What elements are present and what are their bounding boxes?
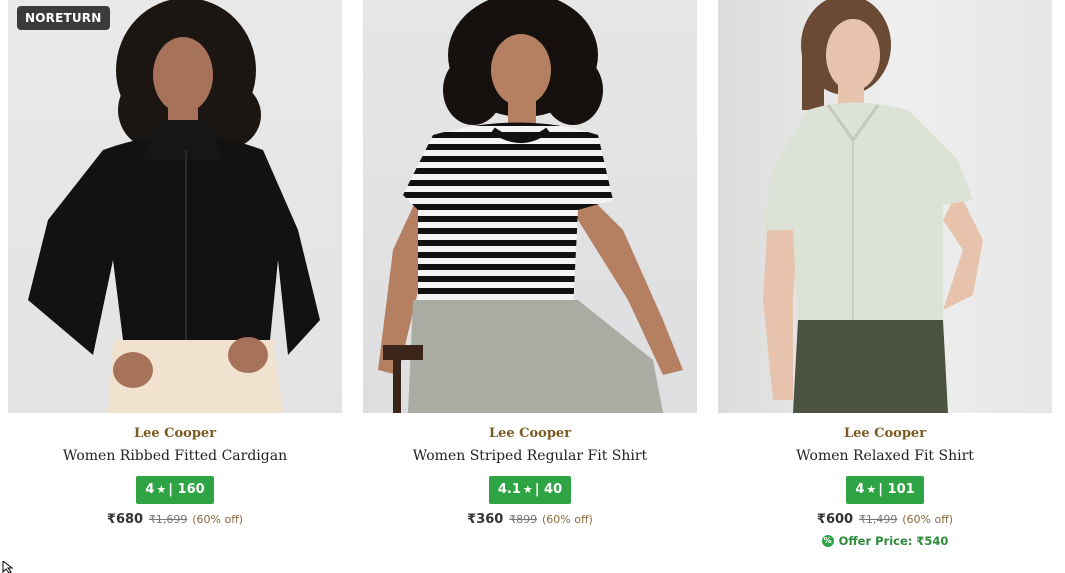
rating-badge: 4.1 ★ | 40 (488, 476, 572, 504)
rating-value: 4.1 (497, 482, 521, 497)
product-image[interactable] (718, 0, 1052, 413)
product-title[interactable]: Women Striped Regular Fit Shirt (363, 448, 697, 468)
rating-value: 4 (855, 482, 865, 497)
product-info: Lee Cooper Women Relaxed Fit Shirt 4 ★ | 1… (718, 426, 1052, 548)
rating-value: 4 (145, 482, 155, 497)
discount-text: (60% off) (192, 513, 244, 526)
review-count: 101 (887, 482, 915, 497)
rating-badge: 4 ★ | 160 (136, 476, 214, 504)
product-brand[interactable]: Lee Cooper (8, 426, 342, 444)
rating-badge: 4 ★ | 101 (846, 476, 924, 504)
model-photo (28, 0, 320, 413)
mrp-price: ₹1,499 (858, 513, 898, 526)
mrp-price: ₹899 (509, 513, 538, 526)
product-title[interactable]: Women Ribbed Fitted Cardigan (8, 448, 342, 468)
rating-separator: | (878, 482, 883, 497)
review-count: 40 (544, 482, 563, 497)
price-row: ₹600 ₹1,499 (60% off) (718, 512, 1052, 527)
selling-price: ₹680 (106, 512, 144, 527)
mrp-price: ₹1,699 (148, 513, 188, 526)
product-card[interactable]: Lee Cooper Women Relaxed Fit Shirt 4 ★ | 1… (718, 0, 1052, 548)
model-photo (378, 0, 683, 413)
product-info: Lee Cooper Women Striped Regular Fit Shi… (363, 426, 697, 527)
selling-price: ₹600 (816, 512, 854, 527)
price-row: ₹680 ₹1,699 (60% off) (8, 512, 342, 527)
model-photo (763, 0, 983, 413)
product-card[interactable]: Lee Cooper Women Striped Regular Fit Shi… (363, 0, 697, 527)
review-count: 160 (177, 482, 205, 497)
price-row: ₹360 ₹899 (60% off) (363, 512, 697, 527)
product-title[interactable]: Women Relaxed Fit Shirt (718, 448, 1052, 468)
product-brand[interactable]: Lee Cooper (363, 426, 697, 444)
offer-percent-icon: % (821, 535, 834, 547)
product-card[interactable]: NORETURN Lee Cooper Women Ribbed Fitted … (8, 0, 342, 527)
star-icon: ★ (522, 483, 533, 496)
star-icon: ★ (866, 483, 877, 496)
offer-price: % Offer Price: ₹540 (821, 534, 949, 548)
discount-text: (60% off) (542, 513, 593, 526)
star-icon: ★ (156, 483, 167, 496)
selling-price: ₹360 (467, 512, 504, 527)
discount-text: (60% off) (902, 513, 954, 526)
product-image[interactable] (363, 0, 697, 413)
offer-price-text: Offer Price: ₹540 (838, 534, 949, 548)
noreturn-badge: NORETURN (17, 6, 110, 30)
rating-separator: | (534, 482, 540, 497)
product-image[interactable]: NORETURN (8, 0, 342, 413)
mouse-cursor-icon (2, 561, 14, 573)
rating-separator: | (168, 482, 173, 497)
product-info: Lee Cooper Women Ribbed Fitted Cardigan … (8, 426, 342, 527)
product-brand[interactable]: Lee Cooper (718, 426, 1052, 444)
